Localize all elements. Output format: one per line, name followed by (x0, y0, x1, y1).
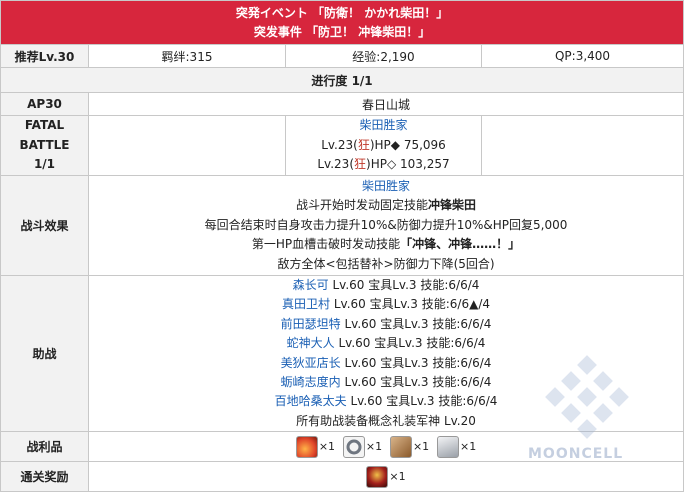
support-member-link[interactable]: 前田瑟坦特 (281, 317, 341, 331)
battle-empty-left (88, 115, 286, 176)
loot-item[interactable]: ×1 (389, 435, 429, 458)
reward-item[interactable]: ×1 (366, 465, 406, 488)
loot-item[interactable]: ×1 (436, 435, 476, 458)
support-member: 前田瑟坦特 Lv.60 宝具Lv.3 技能:6/6/4 (280, 316, 492, 331)
loot-label: 战利品 (0, 431, 89, 463)
support-member: 百地哈桑太夫 Lv.60 宝具Lv.3 技能:6/6/4 (274, 394, 498, 409)
enemy-name-link[interactable]: 柴田胜家 (286, 116, 481, 135)
effects-cell: 柴田胜家 战斗开始时发动固定技能冲锋柴田 每回合结束时自身攻击力提升10%&防御… (87, 175, 684, 276)
ap-label: AP30 (0, 92, 89, 116)
class-berserker-link[interactable]: 狂 (358, 138, 370, 152)
battle-label: FATAL BATTLE 1/1 (0, 115, 89, 176)
support-member-link[interactable]: 真田卫村 (282, 297, 330, 311)
reward-label: 通关奖励 (0, 461, 89, 493)
support-cell: 森长可 Lv.60 宝具Lv.3 技能:6/6/4 真田卫村 Lv.60 宝具L… (87, 274, 684, 433)
reward-cell: ×1 (87, 461, 684, 493)
effects-label: 战斗效果 (0, 175, 89, 276)
servant-portrait-icon (366, 465, 389, 488)
effect-line-1: 战斗开始时发动固定技能冲锋柴田 (296, 198, 477, 213)
enemy-cell: 柴田胜家 Lv.23(狂)HP◆ 75,096 Lv.23(狂)HP◇ 103,… (285, 115, 482, 176)
enemy-stats-2: Lv.23(狂)HP◇ 103,257 (317, 157, 450, 172)
support-member-link[interactable]: 蛇神大人 (287, 336, 335, 350)
qp-value: QP:3,400 (480, 44, 684, 68)
effect-line-4: 敌方全体<包括替补>防御力下降(5回合) (277, 256, 495, 271)
bond-value: 羁绊:315 (88, 44, 286, 68)
support-footer: 所有助战装备概念礼装军神 Lv.20 (296, 413, 476, 428)
support-member: 森长可 Lv.60 宝具Lv.3 技能:6/6/4 (292, 278, 480, 292)
title-cn: 突发事件 「防卫！ 冲锋柴田！」 (253, 24, 431, 39)
support-member: 真田卫村 Lv.60 宝具Lv.3 技能:6/6▲/4 (282, 297, 490, 312)
loot-item[interactable]: ×1 (295, 435, 335, 458)
support-member: 美狄亚店长 Lv.60 宝具Lv.3 技能:6/6/4 (280, 355, 492, 370)
effect-line-3: 第一HP血槽击破时发动技能「冲锋、冲锋……！」 (251, 237, 521, 252)
quest-header: 突発イベント 「防衛！ かかれ柴田！」 突发事件 「防卫！ 冲锋柴田！」 (0, 0, 684, 45)
support-member-link[interactable]: 百地哈桑太夫 (275, 394, 347, 408)
quest-table: 突発イベント 「防衛！ かかれ柴田！」 突发事件 「防卫！ 冲锋柴田！」 推荐L… (0, 0, 684, 493)
silver-statue-icon (436, 435, 459, 458)
support-label: 助战 (0, 274, 89, 433)
battle-empty-right (480, 115, 684, 176)
support-member-link[interactable]: 蛎崎志度内 (281, 375, 341, 389)
watermark-text: MOONCELL (528, 446, 624, 462)
level-label: 推荐Lv.30 (0, 44, 89, 68)
fire-feather-icon (295, 435, 318, 458)
claw-icon (389, 435, 412, 458)
support-member: 蛇神大人 Lv.60 宝具Lv.3 技能:6/6/4 (286, 336, 486, 351)
progress-row: 进行度 1/1 (0, 67, 684, 93)
title-jp: 突発イベント 「防衛！ かかれ柴田！」 (235, 5, 449, 20)
support-member-link[interactable]: 美狄亚店长 (281, 356, 341, 370)
support-member: 蛎崎志度内 Lv.60 宝具Lv.3 技能:6/6/4 (280, 375, 492, 390)
support-member-link[interactable]: 森长可 (293, 278, 329, 292)
exp-value: 经验:2,190 (285, 44, 482, 68)
effects-enemy-link[interactable]: 柴田胜家 (89, 177, 683, 196)
class-berserker-link[interactable]: 狂 (354, 157, 366, 171)
chain-ring-icon (342, 435, 365, 458)
effect-line-2: 每回合结束时自身攻击力提升10%&防御力提升10%&HP回复5,000 (204, 217, 568, 232)
loot-item[interactable]: ×1 (342, 435, 382, 458)
enemy-stats-1: Lv.23(狂)HP◆ 75,096 (321, 137, 446, 152)
location: 春日山城 (87, 92, 684, 116)
